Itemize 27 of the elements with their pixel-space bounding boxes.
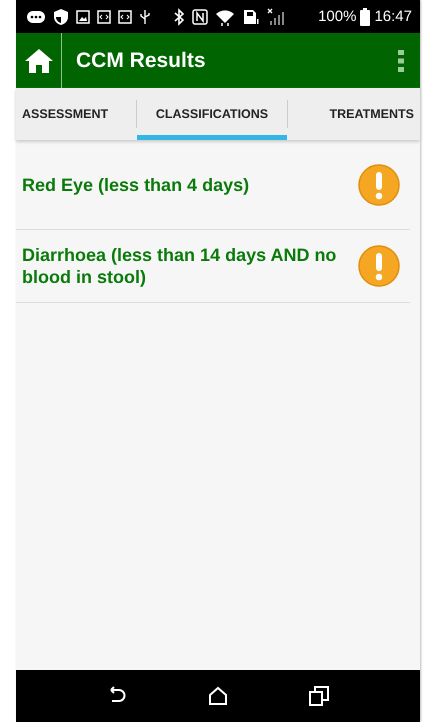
classification-item[interactable]: Diarrhoea (less than 14 days AND no blood in stool) [16, 230, 410, 303]
clock: 16:47 [374, 8, 412, 25]
usb-icon [139, 8, 151, 24]
screen-title: CCM Results [76, 48, 207, 72]
message-icon [26, 8, 46, 24]
sd-card-icon [242, 8, 260, 26]
shield-icon [53, 8, 69, 26]
recent-apps-icon[interactable] [309, 686, 330, 706]
image-icon [76, 10, 90, 24]
warning-icon [358, 245, 400, 287]
tab[interactable]: ASSESSMENT [16, 88, 136, 140]
classification-text: Red Eye (less than 4 days) [22, 174, 250, 196]
home-icon[interactable] [208, 686, 228, 706]
home-icon [24, 48, 54, 74]
classification-item[interactable]: Red Eye (less than 4 days) [16, 140, 410, 230]
tab[interactable]: CLASSIFICATIONS [137, 88, 287, 140]
code-icon [97, 10, 111, 24]
tab[interactable]: TREATMENTS [288, 88, 418, 140]
nfc-icon [192, 8, 208, 24]
warning-icon [358, 164, 400, 206]
battery-icon [360, 8, 370, 26]
wifi-icon [215, 8, 235, 26]
battery-percent: 100% [318, 8, 356, 25]
classification-text: Diarrhoea (less than 14 days AND no blood in stool) [22, 244, 338, 288]
signal-icon [267, 8, 285, 26]
bluetooth-icon [173, 8, 185, 26]
code-icon [118, 10, 132, 24]
